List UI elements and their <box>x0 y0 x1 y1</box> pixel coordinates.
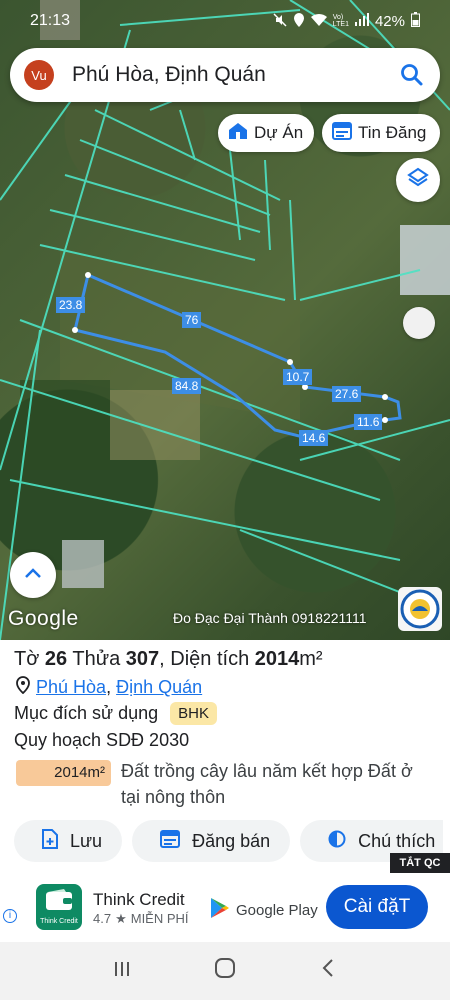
plan-row: 2014m² Đất trồng cây lâu năm kết hợp Đất… <box>16 760 433 810</box>
location-pin-icon <box>16 676 30 699</box>
system-nav-bar <box>0 942 450 1000</box>
app-meta: 4.7 ★ MIỄN PHÍ <box>93 911 189 927</box>
plan-description: Đất trồng cây lâu năm kết hợp Đất ở tại … <box>121 761 413 807</box>
layers-button[interactable] <box>396 158 440 202</box>
battery-icon <box>411 12 420 30</box>
plan-label: Quy hoạch SDĐ 2030 <box>14 730 190 750</box>
install-button[interactable]: Cài đặT <box>326 885 428 929</box>
du-an-chip[interactable]: Dự Án <box>218 114 314 152</box>
plot-label: Thửa <box>72 648 121 670</box>
wallet-icon <box>45 889 73 916</box>
post-sale-label: Đăng bán <box>192 830 271 851</box>
commune-link[interactable]: Phú Hòa <box>36 677 106 697</box>
company-seal-logo <box>398 587 442 631</box>
search-icon[interactable] <box>398 61 426 89</box>
measure-label: 84.8 <box>172 378 202 394</box>
status-bar: 21:13 Vo) LTE1 42% <box>0 0 450 42</box>
back-icon <box>321 958 335 984</box>
measure-label: 10.7 <box>283 369 313 385</box>
sheet-label: Tờ <box>14 648 40 670</box>
area-label: , Diện tích <box>159 648 250 670</box>
app-icon-caption: Think Credit <box>40 918 78 925</box>
purpose-line: Mục đích sử dụng BHK <box>14 702 217 725</box>
measure-label: 14.6 <box>299 430 329 446</box>
measure-label: 23.8 <box>56 297 86 313</box>
app-name[interactable]: Think Credit <box>93 890 185 910</box>
add-file-icon <box>42 828 58 854</box>
wifi-icon <box>310 13 327 29</box>
hide-ads-button[interactable]: TẮT QC <box>390 853 450 873</box>
ad-banner[interactable]: i Think Credit Think Credit 4.7 ★ MIỄN P… <box>0 876 450 942</box>
satellite-map[interactable]: 23.8 76 84.8 10.7 27.6 11.6 14.6 21:13 V… <box>0 0 450 640</box>
search-input[interactable]: Phú Hòa, Định Quán <box>72 63 398 87</box>
search-bar[interactable]: Vu Phú Hòa, Định Quán <box>10 48 440 102</box>
house-icon <box>228 122 248 145</box>
du-an-label: Dự Án <box>254 123 304 142</box>
back-button[interactable] <box>314 957 342 985</box>
map-attribution: Đo Đạc Đại Thành 0918221111 <box>173 610 367 626</box>
google-play-badge: Google Play <box>210 897 318 923</box>
district-link[interactable]: Định Quán <box>116 677 202 697</box>
recent-apps-icon <box>112 958 132 984</box>
save-button[interactable]: Lưu <box>14 820 123 862</box>
measure-label: 27.6 <box>332 386 362 402</box>
signal-icon <box>354 13 369 29</box>
avatar[interactable]: Vu <box>24 60 54 90</box>
location-icon <box>293 12 305 30</box>
google-logo: Google <box>8 607 79 630</box>
listing-icon <box>160 829 181 853</box>
tin-dang-chip[interactable]: Tin Đăng <box>322 114 440 152</box>
home-icon <box>214 957 236 985</box>
ad-info-icon[interactable]: i <box>3 909 17 923</box>
save-label: Lưu <box>70 830 103 851</box>
measure-label: 76 <box>182 312 202 328</box>
area-unit: m² <box>299 648 323 670</box>
mute-icon <box>273 12 287 30</box>
purpose-code-badge: BHK <box>170 702 217 725</box>
google-play-label: Google Play <box>236 901 318 919</box>
tin-dang-label: Tin Đăng <box>358 123 427 142</box>
star-icon: ★ <box>115 911 127 926</box>
plan-area-badge: 2014m² <box>16 760 111 786</box>
notes-label: Chú thích <box>358 830 436 851</box>
area-value: 2014 <box>254 648 300 670</box>
volte-icon: Vo) LTE1 <box>332 14 349 28</box>
parcel-title: Tờ 26 Thửa 307, Diện tích 2014m² <box>14 648 323 671</box>
battery-percent: 42% <box>374 12 405 30</box>
post-sale-button[interactable]: Đăng bán <box>132 820 291 862</box>
app-price: MIỄN PHÍ <box>130 911 189 926</box>
app-icon[interactable]: Think Credit <box>36 884 82 930</box>
google-play-icon <box>210 897 230 923</box>
recent-apps-button[interactable] <box>108 957 136 985</box>
contrast-icon <box>328 830 346 853</box>
layers-icon <box>406 166 430 195</box>
measure-label: 11.6 <box>354 414 383 430</box>
address-line: Phú Hòa, Định Quán <box>16 676 202 699</box>
action-row: Lưu Đăng bán Chú thích <box>14 820 444 862</box>
map-marker-dot[interactable] <box>403 307 435 339</box>
listing-icon <box>332 121 352 145</box>
expand-up-button[interactable] <box>10 552 56 598</box>
status-time: 21:13 <box>30 12 71 29</box>
home-button[interactable] <box>211 957 239 985</box>
parcel-info-panel: Tờ 26 Thửa 307, Diện tích 2014m² Phú Hòa… <box>0 640 450 880</box>
purpose-label: Mục đích sử dụng <box>14 703 159 723</box>
plot-number: 307 <box>125 648 160 670</box>
chevron-up-icon <box>23 566 43 585</box>
address-separator: , <box>106 677 112 697</box>
app-rating: 4.7 <box>93 911 112 926</box>
sheet-number: 26 <box>44 648 68 670</box>
